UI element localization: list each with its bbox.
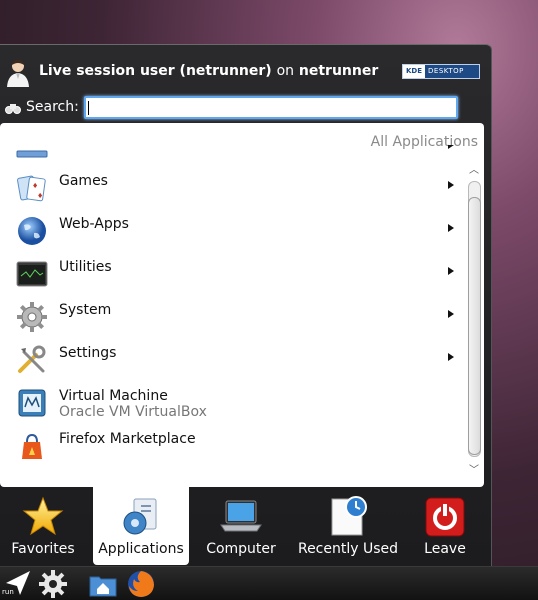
kde-desktop-logo: KDE DESKTOP: [402, 64, 480, 79]
tab-leave[interactable]: Leave: [410, 487, 480, 565]
kde-logo-text: KDE: [403, 65, 426, 78]
list-item-label: Firefox Marketplace: [59, 431, 196, 447]
virtualbox-icon: [18, 389, 46, 417]
on-text: on: [276, 63, 295, 79]
applications-icon: [123, 498, 157, 535]
list-item-firefox-marketplace[interactable]: Firefox Marketplace: [0, 424, 460, 467]
search-input[interactable]: [84, 96, 458, 119]
launcher-header: Live session user (netrunner) on netrunn…: [0, 45, 491, 119]
marketplace-bag-icon: [22, 433, 42, 459]
tab-favorites[interactable]: Favorites: [0, 487, 86, 565]
tab-recently-used[interactable]: Recently Used: [292, 487, 404, 565]
submenu-arrow-icon: [448, 181, 454, 189]
list-item-sublabel: Oracle VM VirtualBox: [59, 404, 207, 420]
list-item-label: Settings: [59, 345, 117, 361]
scroll-up-icon[interactable]: ︿: [469, 161, 479, 176]
settings-gear-icon[interactable]: [38, 569, 68, 599]
office-icon: [16, 150, 48, 158]
games-cards-icon: ♦ ♦: [17, 175, 46, 202]
firefox-icon[interactable]: [126, 569, 156, 599]
user-name: Live session user (netrunner): [39, 63, 272, 79]
list-item-label: System: [59, 302, 112, 318]
search-binoculars-icon: [5, 104, 21, 114]
search-label: Search:: [26, 99, 79, 115]
list-item-label: Utilities: [59, 259, 112, 275]
home-folder-icon[interactable]: [88, 569, 118, 599]
list-item-web-apps[interactable]: Web-Apps: [0, 209, 460, 252]
host-name: netrunner: [298, 63, 379, 79]
gear-icon: [17, 302, 47, 332]
list-scrollbar[interactable]: ︿ ﹀: [466, 161, 481, 489]
list-item-games[interactable]: ♦ ♦ Games: [0, 166, 460, 209]
run-label: run: [2, 588, 14, 596]
taskbar: run: [0, 566, 538, 600]
tab-computer[interactable]: Computer: [196, 487, 286, 565]
application-launcher: Live session user (netrunner) on netrunn…: [0, 44, 492, 566]
submenu-arrow-icon: [448, 267, 454, 275]
submenu-arrow-icon: [448, 310, 454, 318]
tab-label: Applications: [98, 541, 184, 557]
svg-text:♦: ♦: [37, 192, 43, 200]
list-item-label: Virtual Machine: [59, 388, 168, 404]
desktop-logo-text: DESKTOP: [428, 67, 464, 75]
terminal-icon: [16, 261, 48, 287]
scrollbar-thumb[interactable]: [468, 197, 481, 455]
tab-applications[interactable]: Applications: [93, 487, 189, 565]
submenu-arrow-icon: [448, 224, 454, 232]
clock-document-icon: [331, 496, 367, 536]
list-item-system[interactable]: System: [0, 295, 460, 338]
globe-icon: [18, 217, 46, 245]
session-user-line: Live session user (netrunner) on netrunn…: [39, 63, 378, 79]
list-item-virtualbox[interactable]: Virtual Machine Oracle VM VirtualBox: [0, 381, 460, 424]
tab-label: Favorites: [11, 541, 75, 557]
star-icon: [22, 496, 64, 536]
applications-panel: All Applications ♦ ♦ Games Web-Apps Util…: [0, 123, 484, 487]
tab-label: Computer: [206, 541, 276, 557]
list-item-settings[interactable]: Settings: [0, 338, 460, 381]
list-item-office[interactable]: [0, 145, 460, 166]
user-avatar-icon: [7, 59, 29, 87]
tab-label: Leave: [424, 541, 466, 557]
tools-icon: [18, 345, 46, 373]
power-icon: [425, 497, 465, 537]
scroll-down-icon[interactable]: ﹀: [469, 461, 479, 476]
submenu-arrow-icon: [448, 145, 454, 149]
laptop-icon: [220, 500, 262, 532]
launcher-tabs: Favorites Applications Computer Recently…: [0, 487, 491, 565]
text-cursor: [88, 101, 89, 115]
svg-text:♦: ♦: [32, 182, 38, 190]
submenu-arrow-icon: [448, 353, 454, 361]
list-item-utilities[interactable]: Utilities: [0, 252, 460, 295]
tab-label: Recently Used: [297, 541, 399, 557]
list-item-label: Games: [59, 173, 108, 189]
list-item-label: Web-Apps: [59, 216, 129, 232]
application-list: ♦ ♦ Games Web-Apps Utilities System Sett…: [0, 145, 460, 485]
